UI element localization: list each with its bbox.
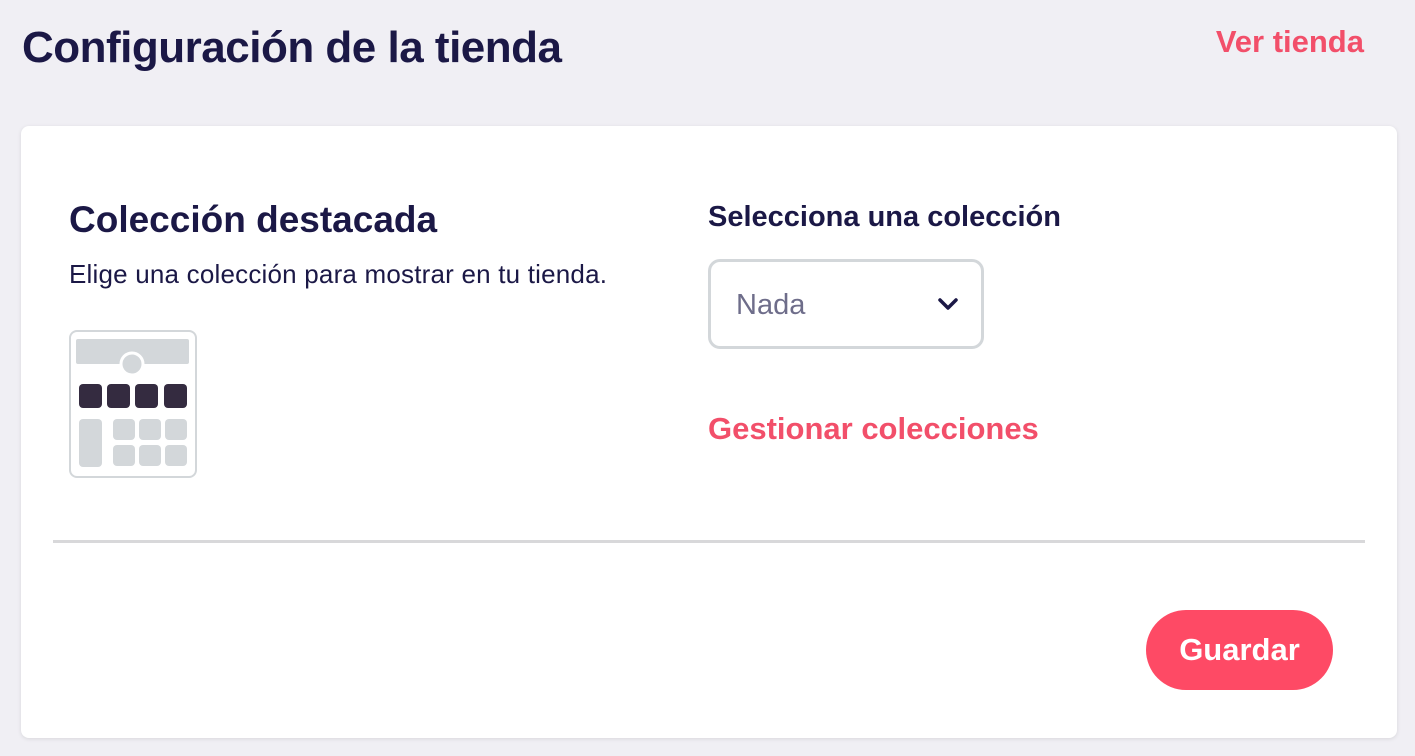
chevron-down-icon: [938, 298, 958, 310]
collection-select-value: Nada: [736, 289, 806, 321]
settings-card: Colección destacada Elige una colección …: [21, 126, 1397, 738]
section-description: Elige una colección para mostrar en tu t…: [69, 259, 608, 289]
manage-collections-link[interactable]: Gestionar colecciones: [708, 409, 1039, 449]
view-store-link[interactable]: Ver tienda: [1216, 22, 1364, 62]
collection-select-label: Selecciona una colección: [708, 201, 1061, 233]
collection-layout-icon: [69, 330, 197, 478]
page-title: Configuración de la tienda: [22, 23, 562, 72]
collection-select[interactable]: Nada: [708, 259, 984, 349]
section-title: Colección destacada: [69, 199, 438, 240]
divider: [53, 540, 1365, 543]
save-button[interactable]: Guardar: [1146, 610, 1333, 690]
